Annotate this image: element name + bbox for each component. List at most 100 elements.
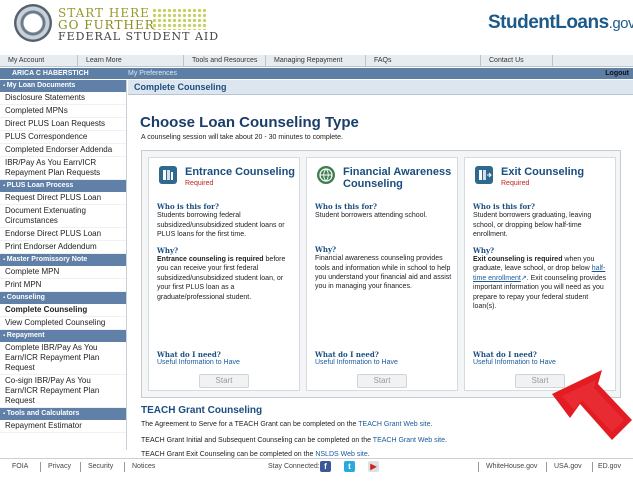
sidebar-section-plus-loan-process[interactable]: PLUS Loan Process [0,180,126,192]
entrance-useful-info-link[interactable]: Useful Information to Have [157,359,240,366]
studentloans-logo[interactable]: StudentLoans.gov [488,12,633,34]
entrance-required-label: Required [185,180,214,187]
sidebar-item-cosign-ibr-request[interactable]: Co-sign IBR/Pay As You Earn/ICR Repaymen… [0,375,126,408]
sidebar-item-complete-mpn[interactable]: Complete MPN [0,266,126,279]
nav-learn-more[interactable]: Learn More [78,55,184,67]
teach-line1-end: . [430,421,433,428]
financial-why-text: Financial awareness counseling provides … [315,255,452,291]
exit-counseling-card: Exit Counseling Required Who is this for… [464,157,616,391]
sidebar-item-print-mpn[interactable]: Print MPN [0,279,126,292]
sidebar-section-my-loan-documents[interactable]: My Loan Documents [0,80,126,92]
entrance-start-button[interactable]: Start [199,374,249,388]
teach-line1-text: The Agreement to Serve for a TEACH Grant… [141,421,359,428]
footer-divider [478,462,479,472]
youtube-icon[interactable]: ▶ [368,461,379,472]
entrance-card-body: Who is this for? Students borrowing fede… [157,198,295,302]
teach-grant-website-link-2[interactable]: TEACH Grant Web site [373,437,445,444]
exit-card-body: Who is this for? Student borrowers gradu… [473,198,611,311]
sidebar-item-document-extenuating-circumstances[interactable]: Document Extenuating Circumstances [0,205,126,228]
stay-connected-label: Stay Connected: [268,463,320,470]
teach-grant-heading: TEACH Grant Counseling [141,405,263,416]
sidebar-item-complete-counseling[interactable]: Complete Counseling [0,304,126,317]
user-name: ARICA C HABERSTICH [12,70,89,77]
teach-line3-end: . [367,451,370,458]
book-icon [159,166,177,184]
twitter-icon[interactable]: t [344,461,355,472]
nav-faqs[interactable]: FAQs [366,55,481,67]
exit-card-title: Exit Counseling [501,166,585,178]
footer-whitehouse-link[interactable]: WhiteHouse.gov [486,463,537,470]
sidebar-item-repayment-estimator[interactable]: Repayment Estimator [0,420,126,433]
sidebar-item-direct-plus-loan-requests[interactable]: Direct PLUS Loan Requests [0,118,126,131]
exit-why-strong: Exit counseling is required [473,256,563,264]
entrance-counseling-card: Entrance Counseling Required Who is this… [148,157,300,391]
brand-dot-pattern [152,8,208,30]
site-header: START HERE GO FURTHER FEDERAL STUDENT AI… [0,0,633,46]
footer-divider [40,462,41,472]
breadcrumb-current: Complete Counseling [134,82,227,92]
financial-card-body: Who is this for? Student borrowers atten… [315,198,453,292]
nslds-website-link[interactable]: NSLDS Web site [315,451,367,458]
federal-student-aid-seal[interactable] [14,4,52,42]
teach-line-agreement: The Agreement to Serve for a TEACH Grant… [141,421,432,428]
sidebar-item-view-completed-counseling[interactable]: View Completed Counseling [0,317,126,330]
financial-who-heading: Who is this for? [315,202,377,211]
financial-need-heading: What do I need? [315,350,379,359]
footer-notices-link[interactable]: Notices [132,463,155,470]
page-title: Choose Loan Counseling Type [140,114,359,131]
footer-privacy-link[interactable]: Privacy [48,463,71,470]
sidebar-item-plus-correspondence[interactable]: PLUS Correspondence [0,131,126,144]
exit-door-icon [475,166,493,184]
sidebar-item-endorse-direct-plus-loan[interactable]: Endorse Direct PLUS Loan [0,228,126,241]
globe-icon [317,166,335,184]
nav-my-account[interactable]: My Account [0,55,78,67]
footer-divider [592,462,593,472]
site-footer: FOIA Privacy Security Notices Stay Conne… [0,458,633,495]
teach-line2-text: TEACH Grant Initial and Subsequent Couns… [141,437,373,444]
sidebar-item-ibr-repayment-plan-requests[interactable]: IBR/Pay As You Earn/ICR Repayment Plan R… [0,157,126,180]
exit-who-text: Student borrowers graduating, leaving sc… [473,212,592,239]
sidebar: My Loan Documents Disclosure Statements … [0,80,127,450]
footer-foia-link[interactable]: FOIA [12,463,28,470]
footer-divider [124,462,125,472]
my-preferences-link[interactable]: My Preferences [128,68,177,79]
sidebar-section-repayment[interactable]: Repayment [0,330,126,342]
sidebar-section-master-promissory-note[interactable]: Master Promissory Note [0,254,126,266]
teach-line-exit: TEACH Grant Exit Counseling can be compl… [141,451,370,458]
teach-line3-text: TEACH Grant Exit Counseling can be compl… [141,451,316,458]
footer-security-link[interactable]: Security [88,463,113,470]
nav-managing-repayment[interactable]: Managing Repayment [266,55,366,67]
footer-usa-gov-link[interactable]: USA.gov [554,463,582,470]
sidebar-item-complete-ibr-request[interactable]: Complete IBR/Pay As You Earn/ICR Repayme… [0,342,126,375]
financial-why-heading: Why? [315,244,337,254]
nav-contact-us[interactable]: Contact Us [481,55,553,67]
exit-required-label: Required [501,180,530,187]
footer-ed-gov-link[interactable]: ED.gov [598,463,621,470]
sidebar-item-completed-endorser-addenda[interactable]: Completed Endorser Addenda [0,144,126,157]
red-pointer-arrow-icon [552,370,632,440]
studentloans-logo-suffix: .gov [608,15,633,32]
exit-who-heading: Who is this for? [473,202,535,211]
entrance-why-heading: Why? [157,245,179,255]
exit-need-heading: What do I need? [473,350,537,359]
teach-grant-website-link-1[interactable]: TEACH Grant Web site [358,421,430,428]
footer-divider [546,462,547,472]
user-bar: ARICA C HABERSTICH My Preferences Logout [0,68,633,79]
sidebar-section-counseling[interactable]: Counseling [0,292,126,304]
exit-why-heading: Why? [473,245,495,255]
sidebar-item-request-direct-plus-loan[interactable]: Request Direct PLUS Loan [0,192,126,205]
top-nav: My Account Learn More Tools and Resource… [0,55,633,67]
studentloans-logo-text: StudentLoans [488,12,609,33]
sidebar-section-tools-and-calculators[interactable]: Tools and Calculators [0,408,126,420]
sidebar-item-completed-mpns[interactable]: Completed MPNs [0,105,126,118]
logout-link[interactable]: Logout [605,68,629,79]
financial-useful-info-link[interactable]: Useful Information to Have [315,359,398,366]
financial-card-title: Financial Awareness Counseling [343,166,452,190]
entrance-who-text: Students borrowing federal subsidized/un… [157,212,285,239]
facebook-icon[interactable]: f [320,461,331,472]
sidebar-item-print-endorser-addendum[interactable]: Print Endorser Addendum [0,241,126,254]
nav-tools-and-resources[interactable]: Tools and Resources [184,55,266,67]
financial-awareness-card: Financial Awareness Counseling Who is th… [306,157,458,391]
financial-start-button[interactable]: Start [357,374,407,388]
sidebar-item-disclosure-statements[interactable]: Disclosure Statements [0,92,126,105]
